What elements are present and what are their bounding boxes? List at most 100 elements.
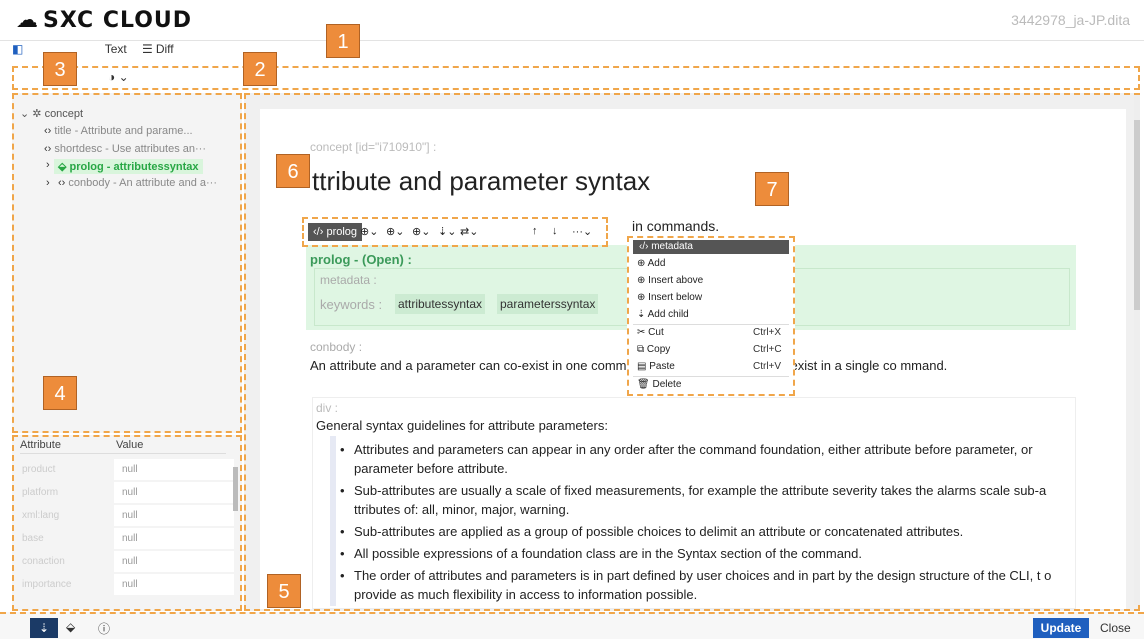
update-button[interactable]: Update (1033, 618, 1089, 638)
bug-icon: ✲ (32, 108, 42, 120)
menu-item-label: Insert below (648, 292, 703, 303)
move-down-icon[interactable]: ↓ (552, 225, 558, 237)
attribute-value-input[interactable]: null (114, 505, 234, 526)
list-indicator (330, 436, 336, 606)
attribute-name: xml:lang (22, 510, 60, 521)
convert-icon[interactable]: ⇄⌄ (460, 225, 478, 238)
attribute-row: product null (18, 459, 234, 481)
code-icon: ‹› (44, 143, 52, 155)
attribute-value-input[interactable]: null (114, 551, 234, 572)
keyword-chip[interactable]: attributessyntax (395, 294, 486, 314)
attribute-value-input[interactable]: null (114, 482, 234, 503)
conbody-label: conbody : (310, 340, 363, 354)
list-item[interactable]: All possible expressions of a foundation… (340, 544, 1060, 563)
menu-item-insert-above[interactable]: ⊕ Insert above (637, 275, 703, 286)
add-child-icon[interactable]: ⇣⌄ (438, 225, 456, 238)
plus-circle-icon: ⊕ (637, 258, 648, 269)
shortdesc-text[interactable]: in commands. (632, 218, 719, 234)
menu-item-insert-below[interactable]: ⊕ Insert below (637, 292, 702, 303)
tab-visual[interactable]: ◧ (12, 42, 26, 56)
attribute-table-header: Attribute Value (20, 437, 226, 454)
more-options-icon[interactable]: ···⌄ (572, 225, 592, 238)
tree-item-shortdesc[interactable]: ‹› shortdesc - Use attributes an··· (44, 143, 206, 155)
trash-icon: 🗑 (637, 379, 653, 390)
element-toolbar: ‹/› prolog ⊕⌄ ⊕⌄ ⊕⌄ ⇣⌄ ⇄⌄ ↑ ↓ ···⌄ (302, 217, 608, 247)
app-header: ☁ SXC CLOUD 3442978_ja-JP.dita (0, 0, 1144, 41)
attribute-row: platform null (18, 482, 234, 504)
tree-expand-prolog[interactable]: › (46, 159, 50, 171)
tree-root-concept[interactable]: ⌄ ✲ concept (20, 107, 83, 120)
document-title[interactable]: ttribute and parameter syntax (312, 166, 650, 197)
editor-scrollbar-thumb[interactable] (1134, 120, 1140, 310)
shortcut-copy: Ctrl+C (753, 344, 782, 355)
tab-text[interactable]: Text (102, 42, 127, 56)
attribute-value-input[interactable]: null (114, 459, 234, 480)
info-icon[interactable]: ⓘ (98, 620, 110, 637)
callout-5: 5 (267, 574, 301, 608)
menu-item-add[interactable]: ⊕ Add (637, 258, 665, 269)
menu-item-cut[interactable]: ✂ Cut (637, 327, 664, 338)
theme-toggle-button[interactable]: ◑ ⌄ (108, 70, 129, 84)
attribute-name: conaction (22, 556, 65, 567)
attribute-value-input[interactable]: null (114, 528, 234, 549)
callout-3: 3 (43, 52, 77, 86)
metadata-label: metadata : (320, 273, 377, 287)
list-item[interactable]: Attributes and parameters can appear in … (340, 440, 1060, 478)
menu-item-label: Add child (647, 309, 689, 320)
main-toolbar: ◑ ⌄ (12, 66, 1140, 90)
diff-icon: ☰ (142, 42, 153, 56)
tab-text-label: Text (104, 42, 127, 56)
scissors-icon: ✂ (637, 327, 649, 338)
attribute-row: conaction null (18, 551, 234, 573)
tree-item-prolog[interactable]: ⬙ prolog - attributessyntax (54, 159, 203, 174)
keywords-label: keywords : (320, 297, 383, 312)
attribute-name: base (22, 533, 44, 544)
element-chip-prolog[interactable]: ‹/› prolog (308, 223, 363, 241)
tree-item-conbody[interactable]: ‹› conbody - An attribute and a··· (58, 177, 217, 189)
attribute-row: base null (18, 528, 234, 550)
attribute-name: importance (22, 579, 72, 590)
paste-icon: ▤ (637, 361, 650, 372)
insert-below-icon[interactable]: ⊕⌄ (412, 225, 430, 238)
list-item[interactable]: Sub-attributes are applied as a group of… (340, 522, 1060, 541)
tree-item-label: conbody - An attribute and a··· (68, 177, 217, 189)
attribute-row: xml:lang null (18, 505, 234, 527)
div-paragraph[interactable]: General syntax guidelines for attribute … (316, 418, 608, 433)
add-element-icon[interactable]: ⊕⌄ (360, 225, 378, 238)
move-up-icon[interactable]: ↑ (532, 225, 538, 237)
tree-expand-conbody[interactable]: › (46, 177, 50, 189)
menu-item-label: Insert above (648, 275, 704, 286)
list-item[interactable]: The order of attributes and parameters i… (340, 566, 1060, 604)
tag-icon[interactable]: ⬙ (66, 620, 75, 634)
menu-item-label: Cut (648, 327, 664, 338)
view-tabs: ◧ Text ☰ Diff (12, 42, 186, 60)
keyword-chip[interactable]: parameterssyntax (497, 294, 599, 314)
attribute-panel: Attribute Value product null platform null… (12, 435, 242, 611)
tree-item-title[interactable]: ‹› title - Attribute and parame... (44, 125, 193, 137)
context-menu-title-label: metadata (651, 241, 693, 252)
insert-above-icon[interactable]: ⊕⌄ (386, 225, 404, 238)
attribute-value-input[interactable]: null (114, 574, 234, 595)
tag-icon: ⬙ (58, 161, 67, 173)
child-icon: ⇣ (637, 309, 648, 320)
code-icon: ‹/› (313, 226, 327, 238)
menu-item-copy[interactable]: ⧉ Copy (637, 344, 670, 355)
attribute-scrollbar[interactable] (233, 467, 238, 511)
menu-separator (633, 324, 789, 325)
cloud-icon: ☁ (16, 8, 39, 33)
copy-icon: ⧉ (637, 344, 647, 355)
menu-item-delete[interactable]: 🗑 Delete (637, 379, 681, 390)
list-item[interactable]: Sub-attributes are usually a scale of fi… (340, 481, 1060, 519)
syntax-guidelines-list: Attributes and parameters can appear in … (340, 440, 1060, 607)
menu-item-add-child[interactable]: ⇣ Add child (637, 309, 689, 320)
callout-6: 6 (276, 154, 310, 188)
plus-circle-icon: ⊕ (637, 292, 649, 303)
tree-view-icon[interactable]: ⇣ (30, 618, 58, 638)
close-button[interactable]: Close (1100, 621, 1131, 635)
tree-item-label: prolog - attributessyntax (69, 161, 199, 173)
menu-item-label: Paste (649, 361, 675, 372)
tab-diff[interactable]: ☰ Diff (142, 42, 174, 56)
tree-item-label: shortdesc - Use attributes an··· (54, 143, 207, 155)
code-icon: ‹/› (639, 241, 652, 252)
menu-item-paste[interactable]: ▤ Paste (637, 361, 675, 372)
